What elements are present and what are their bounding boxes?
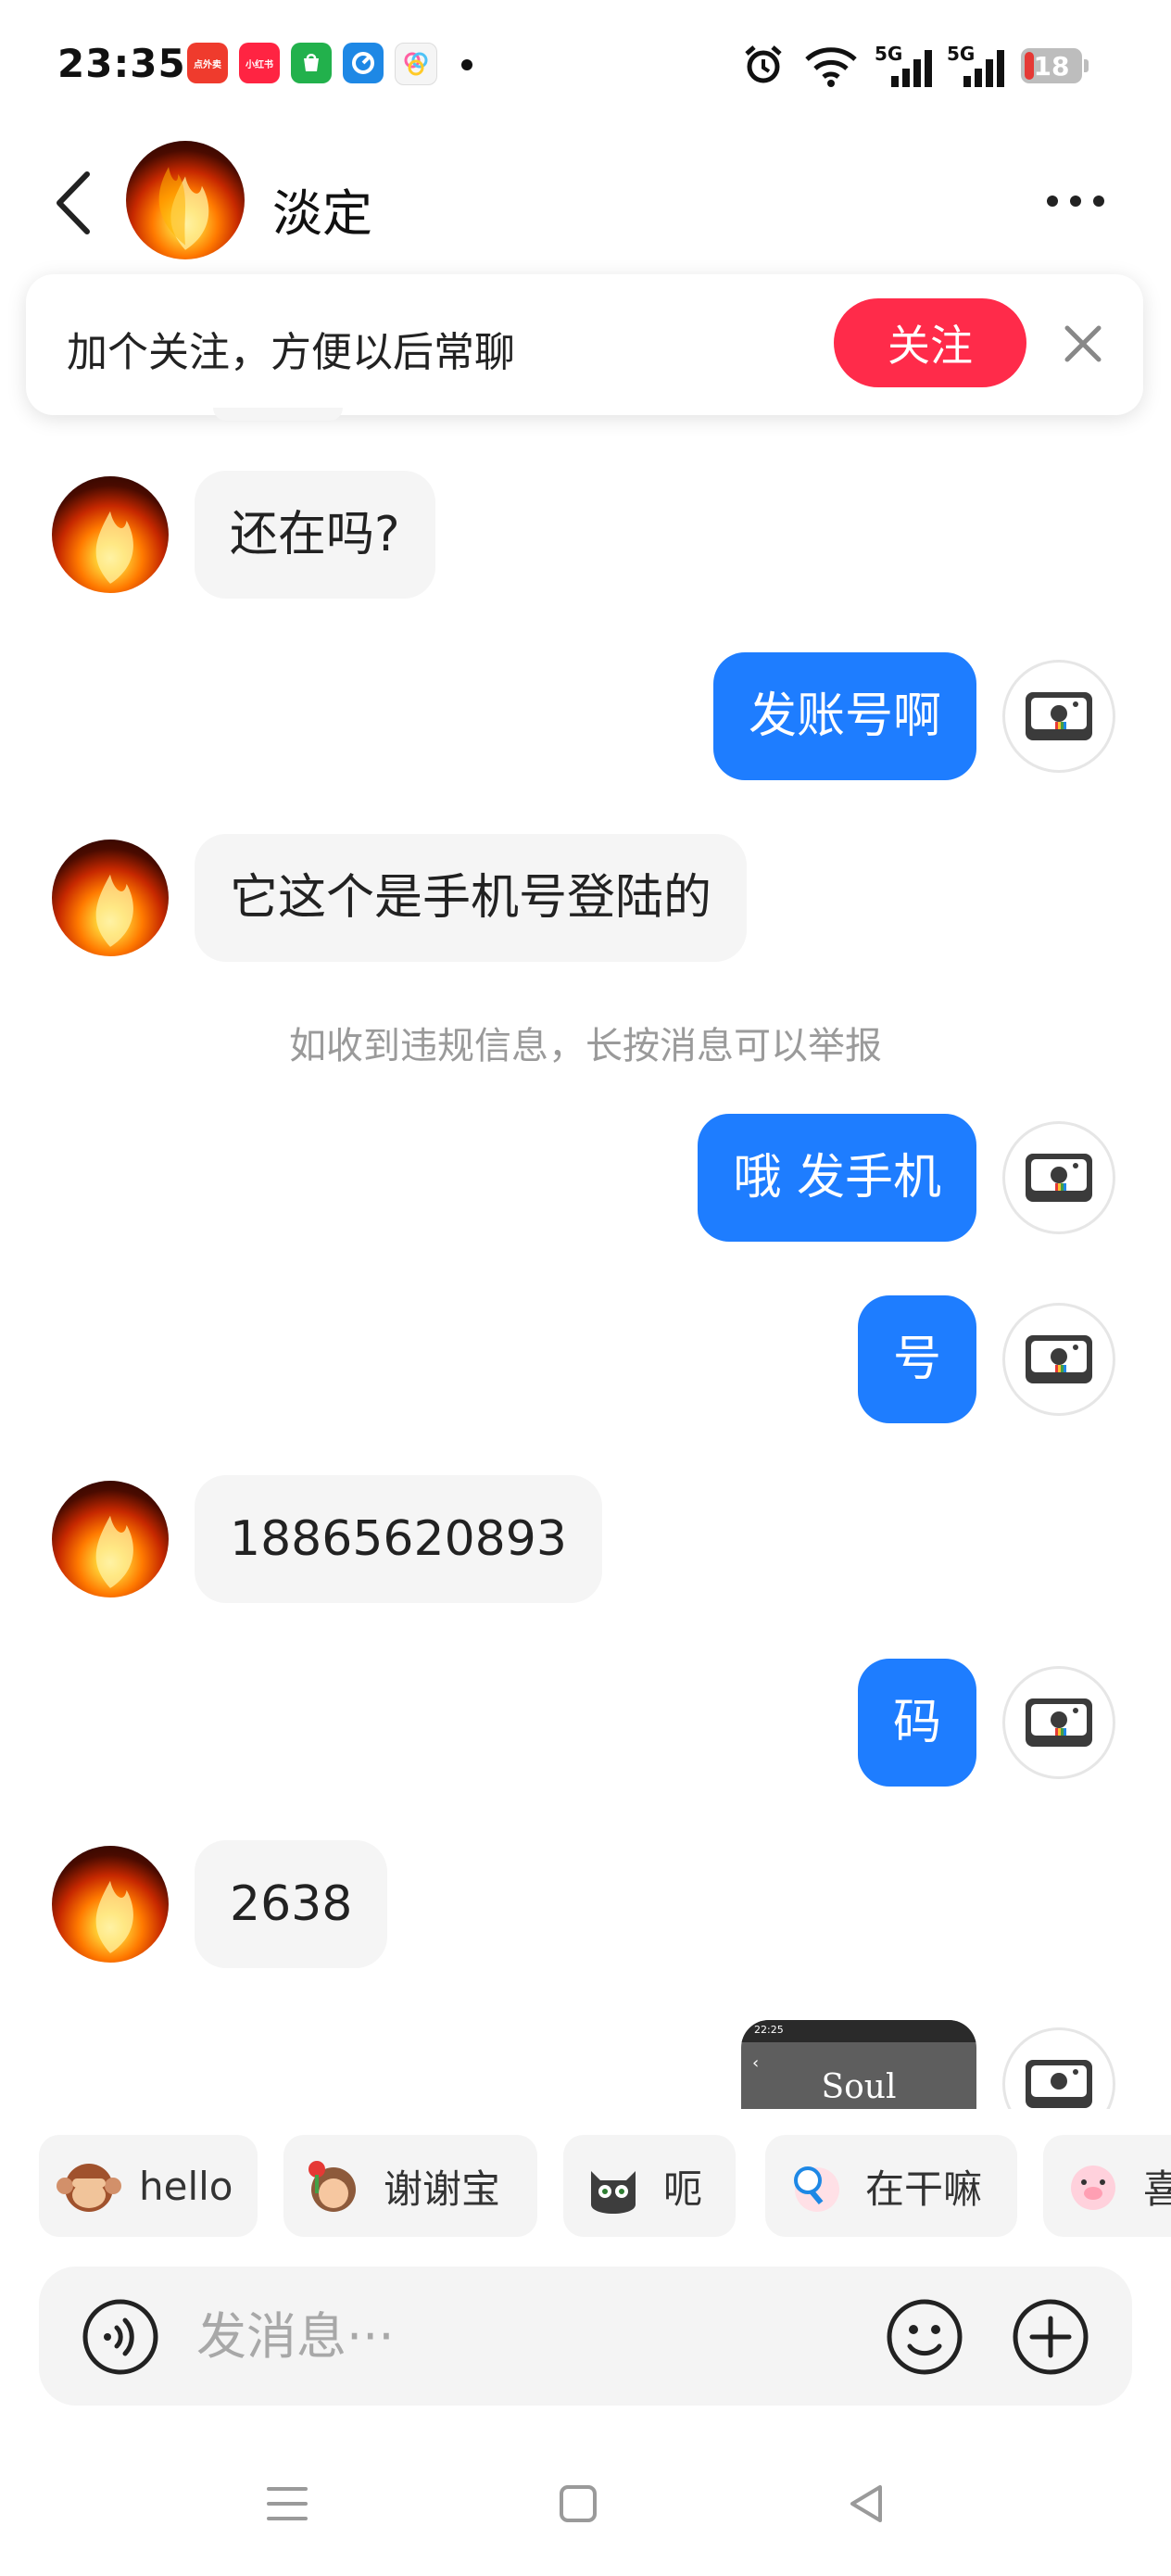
quick-reply-label: 呃 (663, 2166, 703, 2212)
image-app-title: Soul (821, 2068, 897, 2106)
quick-reply-label: hello (139, 2163, 233, 2209)
signal-5g-icon: 5G (875, 43, 934, 87)
camera-icon (1026, 1154, 1092, 1202)
signal-5g-icon-2: 5G (947, 43, 1006, 87)
pig-emoji-icon (1071, 2166, 1115, 2210)
menu-nav-icon[interactable] (259, 2476, 315, 2532)
my-avatar[interactable] (1002, 1121, 1115, 1234)
partial-bubble (213, 408, 343, 421)
quick-reply-uh[interactable]: 呃 (563, 2135, 736, 2237)
contact-avatar[interactable] (52, 1481, 169, 1597)
my-avatar-clipped[interactable] (1002, 2027, 1115, 2109)
camera-icon (1026, 2060, 1092, 2108)
follow-banner: 加个关注，方便以后常聊 关注 (26, 274, 1143, 415)
image-status-time: 22:25 (741, 2020, 976, 2042)
message-input-bar (39, 2267, 1132, 2406)
outgoing-message-bubble[interactable]: 码 (857, 1659, 976, 1787)
message-input[interactable] (196, 2305, 882, 2367)
blue-app-icon (343, 43, 384, 83)
girl-with-flower-emoji-icon (308, 2161, 356, 2212)
status-time: 23:35 (57, 41, 186, 86)
contact-avatar[interactable] (126, 141, 245, 259)
quick-reply-what-doing[interactable]: 在干嘛 (765, 2135, 1017, 2237)
multicolor-app-icon (395, 43, 437, 85)
camera-icon (1026, 1335, 1092, 1383)
meituan-waimai-icon: 点外卖 (187, 43, 228, 83)
quick-reply-label: 谢谢宝 (384, 2166, 501, 2212)
green-shopping-app-icon (291, 43, 332, 83)
home-nav-icon[interactable] (550, 2476, 606, 2532)
back-nav-icon[interactable] (839, 2476, 895, 2532)
wifi-icon (805, 47, 857, 87)
my-avatar[interactable] (1002, 1303, 1115, 1416)
magnifier-character-emoji-icon (794, 2166, 839, 2212)
image-message[interactable]: 22:25 ‹ Soul (741, 2020, 976, 2109)
xiaohongshu-icon: 小红书 (239, 43, 280, 83)
add-icon[interactable] (1012, 2298, 1089, 2376)
follow-button[interactable]: 关注 (834, 298, 1026, 387)
more-options-icon[interactable] (1043, 187, 1108, 215)
my-avatar[interactable] (1002, 1666, 1115, 1779)
close-icon[interactable] (1060, 321, 1106, 367)
contact-avatar[interactable] (52, 840, 169, 956)
follow-prompt-text: 加个关注，方便以后常聊 (67, 329, 515, 376)
camera-icon (1026, 692, 1092, 740)
report-notice: 如收到违规信息，长按消息可以举报 (289, 1025, 882, 1067)
outgoing-message-bubble[interactable]: 哦 发手机 (698, 1114, 976, 1242)
cat-emoji-icon (591, 2171, 636, 2214)
incoming-message-bubble[interactable]: 18865620893 (195, 1475, 602, 1603)
outgoing-message-bubble[interactable]: 号 (857, 1295, 976, 1423)
monkey-emoji-icon (57, 2164, 121, 2212)
battery-level: 18 (1033, 50, 1070, 82)
incoming-message-bubble[interactable]: 还在吗? (195, 471, 435, 599)
alarm-icon (745, 45, 782, 83)
contact-name: 淡定 (272, 184, 372, 243)
voice-icon[interactable] (82, 2298, 159, 2376)
notification-dot-icon (461, 59, 472, 70)
quick-reply-label: 喜 (1143, 2166, 1171, 2212)
outgoing-message-bubble[interactable]: 发账号啊 (712, 652, 976, 780)
camera-icon (1026, 1698, 1092, 1747)
quick-reply-hello[interactable]: hello (39, 2135, 258, 2237)
quick-reply-happy[interactable]: 喜 (1043, 2135, 1171, 2237)
contact-avatar[interactable] (52, 1846, 169, 1963)
quick-reply-label: 在干嘛 (865, 2166, 983, 2212)
emoji-icon[interactable] (886, 2298, 963, 2376)
back-icon[interactable] (52, 170, 93, 235)
contact-avatar[interactable] (52, 476, 169, 593)
my-avatar[interactable] (1002, 660, 1115, 773)
quick-reply-thanks[interactable]: 谢谢宝 (283, 2135, 537, 2237)
battery-icon: 18 (1021, 48, 1089, 83)
incoming-message-bubble[interactable]: 它这个是手机号登陆的 (195, 834, 748, 962)
incoming-message-bubble[interactable]: 2638 (195, 1840, 388, 1968)
